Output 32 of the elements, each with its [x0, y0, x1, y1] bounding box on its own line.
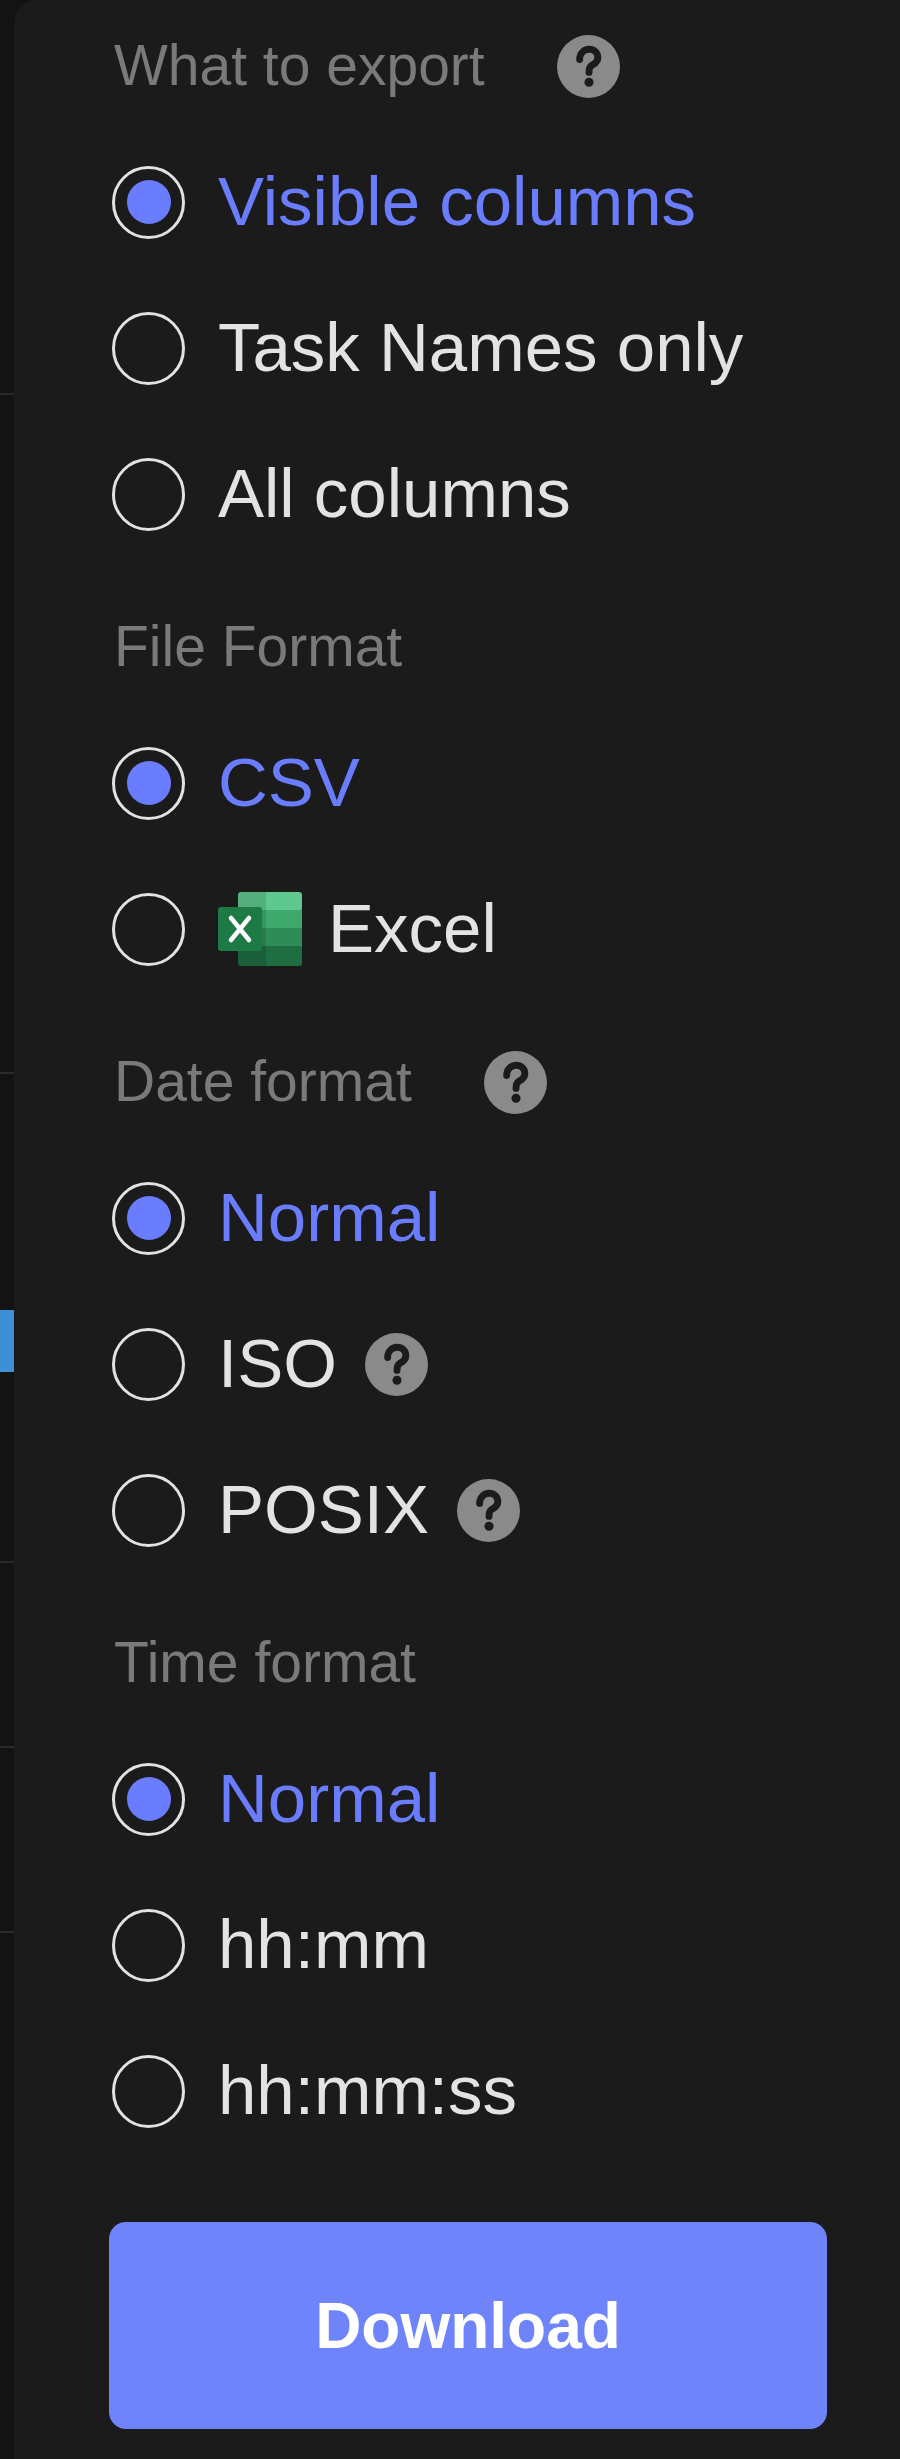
section-heading: Date format [114, 1049, 412, 1115]
option-label[interactable]: All columns [218, 454, 571, 534]
radio-button[interactable] [112, 2054, 185, 2128]
radio-button[interactable] [112, 1181, 185, 1255]
option-label[interactable]: hh:mm [218, 1905, 429, 1985]
radio-button[interactable] [112, 892, 185, 966]
option-label[interactable]: Normal [218, 1178, 441, 1258]
option-label[interactable]: Visible columns [218, 162, 697, 242]
radio-button[interactable] [112, 1762, 185, 1836]
help-icon[interactable] [364, 1332, 428, 1396]
option-label[interactable]: Normal [218, 1759, 441, 1839]
option-label[interactable]: POSIX [218, 1470, 429, 1550]
radio-button[interactable] [112, 746, 185, 820]
radio-button[interactable] [112, 1908, 185, 1982]
option-label[interactable]: ISO [218, 1324, 337, 1404]
option-label[interactable]: hh:mm:ss [218, 2051, 518, 2131]
section-heading: What to export [114, 33, 485, 99]
radio-button[interactable] [112, 1473, 185, 1547]
help-icon[interactable] [456, 1478, 520, 1542]
partial-block [0, 1310, 14, 1372]
option-label[interactable]: Excel [328, 889, 497, 969]
spreadsheet-icon [218, 892, 302, 966]
radio-button[interactable] [112, 1327, 185, 1401]
help-icon[interactable] [483, 1050, 547, 1114]
help-icon[interactable] [556, 34, 620, 98]
radio-button[interactable] [112, 165, 185, 239]
section-heading: File Format [114, 614, 403, 680]
option-label[interactable]: CSV [218, 743, 360, 823]
radio-button[interactable] [112, 457, 185, 531]
option-label[interactable]: Task Names only [218, 308, 744, 388]
radio-button[interactable] [112, 311, 185, 385]
section-heading: Time format [114, 1630, 416, 1696]
